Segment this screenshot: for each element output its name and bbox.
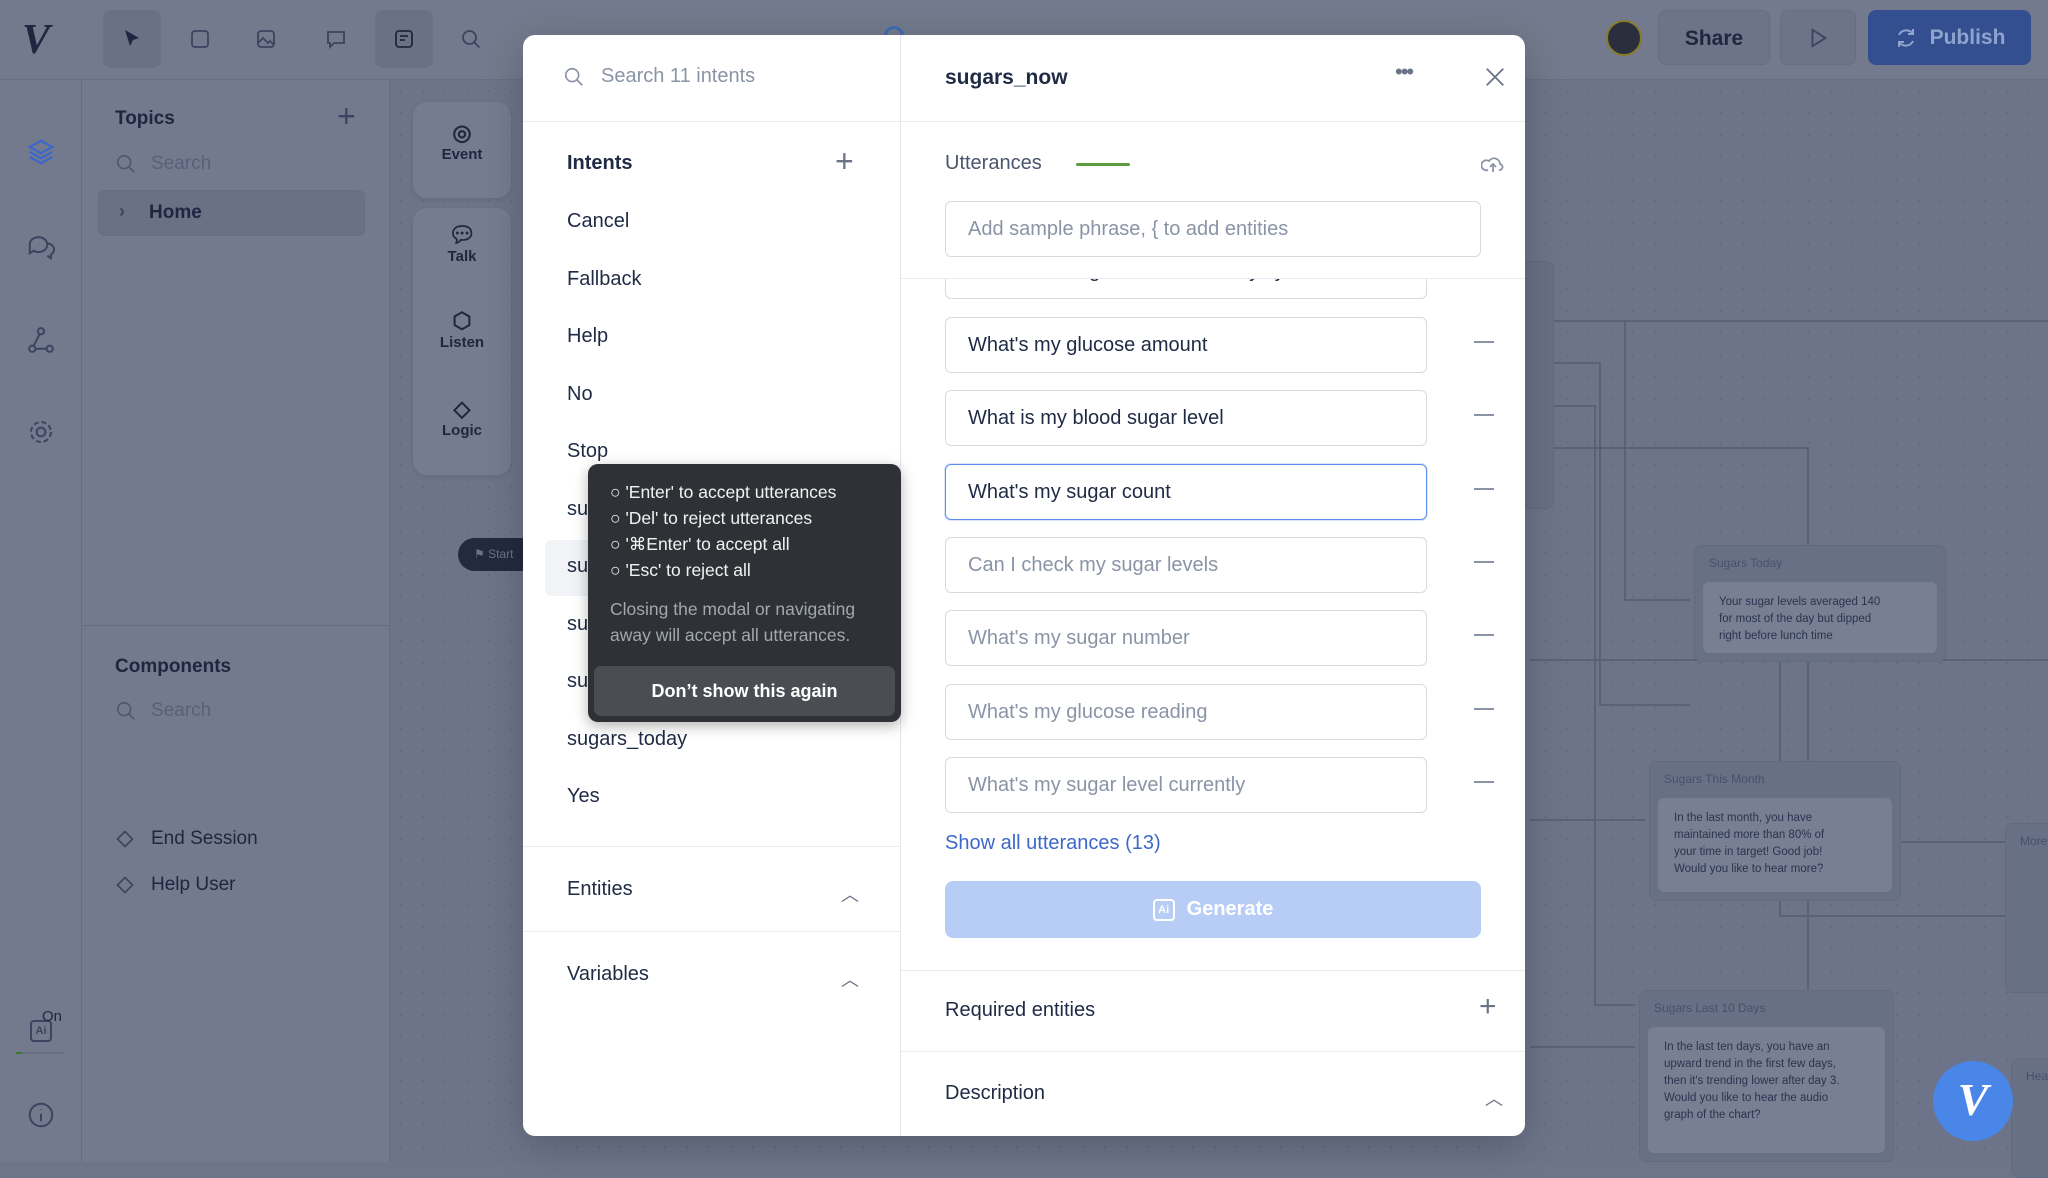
utterance-item[interactable]: What is my blood sugar level <box>945 390 1427 447</box>
intent-item[interactable]: su <box>567 613 588 636</box>
divider <box>901 1051 1525 1052</box>
canvas-node-sugars-last-10-days[interactable]: Sugars Last 10 Days In the last ten days… <box>1639 990 1894 1162</box>
divider <box>901 970 1525 971</box>
node-title: Sugars Today <box>1709 556 1783 570</box>
add-utterance-input[interactable]: Add sample phrase, { to add entities <box>945 201 1481 257</box>
step-label: Logic <box>442 422 482 439</box>
logic-icon: ◇ <box>453 396 471 421</box>
chevron-up-icon[interactable]: ︿ <box>841 881 859 907</box>
add-intent-icon[interactable]: + <box>835 143 854 180</box>
node-title: Hea <box>2026 1069 2048 1083</box>
intent-name[interactable]: sugars_now <box>945 66 1068 90</box>
utterance-item[interactable]: What's my glucose amount <box>945 317 1427 373</box>
required-entities-title: Required entities <box>945 999 1096 1021</box>
listen-icon: ⬡ <box>452 308 472 333</box>
generate-label: Generate <box>1186 898 1274 920</box>
remove-utterance-icon[interactable] <box>1474 487 1494 490</box>
intent-item[interactable]: No <box>567 383 593 406</box>
start-label: Start <box>488 547 514 561</box>
step-group: 💬︎ Talk ⬡ Listen ◇ Logic <box>413 208 511 475</box>
step-listen[interactable]: ⬡ Listen <box>413 308 511 351</box>
talk-icon: 💬︎ <box>448 222 476 247</box>
intent-item[interactable]: sugars_today <box>567 728 687 751</box>
canvas-node-sugars-this-month[interactable]: Sugars This Month In the last month, you… <box>1649 761 1901 901</box>
canvas-node-sugars-today[interactable]: Sugars Today Your sugar levels averaged … <box>1694 545 1946 662</box>
tooltip-line: ○ 'Esc' to reject all <box>610 560 751 580</box>
node-title: Sugars Last 10 Days <box>1654 1001 1766 1015</box>
intent-item[interactable]: Fallback <box>567 268 641 291</box>
node-text: Your sugar levels averaged 140 for most … <box>1703 582 1937 653</box>
tooltip-line: ○ 'Del' to reject utterances <box>610 508 813 528</box>
remove-utterance-icon[interactable] <box>1474 780 1494 783</box>
tooltip-line: ○ '⌘Enter' to accept all <box>610 534 790 554</box>
chevron-up-icon[interactable]: ︿ <box>1485 1085 1503 1111</box>
generate-button[interactable]: Ai Generate <box>945 881 1481 938</box>
tooltip-line: ○ 'Enter' to accept utterances <box>610 482 837 502</box>
utterance-item[interactable]: How much sugar do I have in my system <box>945 279 1427 299</box>
canvas-node-partial[interactable] <box>1521 261 1554 509</box>
utterance-item[interactable]: What's my glucose reading <box>945 683 1427 740</box>
node-title: More <box>2020 834 2048 848</box>
utterances-title: Utterances <box>945 152 1042 174</box>
intent-item[interactable]: Cancel <box>567 210 629 233</box>
node-text: In the last ten days, you have an upward… <box>1648 1027 1885 1153</box>
remove-utterance-icon[interactable] <box>1474 414 1494 417</box>
shortcuts-tooltip: ○ 'Enter' to accept utterances ○ 'Del' t… <box>588 464 901 722</box>
ai-icon: Ai <box>1152 898 1175 921</box>
upload-cloud-icon[interactable] <box>1481 152 1505 176</box>
close-icon[interactable] <box>1484 66 1506 88</box>
dont-show-again-button[interactable]: Don’t show this again <box>594 666 895 716</box>
step-talk[interactable]: 💬︎ Talk <box>413 222 511 265</box>
event-icon: ◎ <box>452 120 472 145</box>
intent-item[interactable]: Help <box>567 325 608 348</box>
description-section-toggle[interactable]: Description <box>945 1082 1045 1105</box>
intents-title: Intents <box>567 152 633 174</box>
node-text: In the last month, you have maintained m… <box>1658 798 1892 892</box>
node-title: Sugars This Month <box>1664 772 1765 786</box>
utterance-item[interactable]: Can I check my sugar levels <box>945 536 1427 593</box>
divider <box>901 121 1525 122</box>
step-logic[interactable]: ◇ Logic <box>413 396 511 439</box>
step-label: Talk <box>447 248 477 265</box>
intent-item[interactable]: Yes <box>567 785 600 808</box>
intent-item[interactable]: su <box>567 670 588 693</box>
utterance-quality-bar <box>1076 163 1130 166</box>
variables-section-toggle[interactable]: Variables <box>567 963 649 986</box>
utterance-item[interactable]: What's my sugar count <box>945 463 1427 520</box>
divider <box>523 931 900 932</box>
step-label: Listen <box>439 334 485 351</box>
remove-utterance-icon[interactable] <box>1474 634 1494 637</box>
more-options-icon[interactable]: ••• <box>1395 59 1414 85</box>
assistant-fab[interactable]: V <box>1933 1061 2013 1141</box>
intent-item[interactable]: su <box>567 498 588 521</box>
intent-search[interactable]: Search 11 intents <box>563 65 755 88</box>
step-group-event: ◎ Event <box>413 102 511 198</box>
step-event[interactable]: ◎ Event <box>413 120 511 163</box>
divider <box>523 846 900 847</box>
intent-item[interactable]: su <box>567 555 588 578</box>
tooltip-note: Closing the modal or navigating away wil… <box>610 599 856 645</box>
search-icon <box>564 67 583 86</box>
show-all-utterances-link[interactable]: Show all utterances (13) <box>945 832 1161 855</box>
utterance-item[interactable]: What's my sugar level currently <box>945 756 1427 813</box>
intent-item[interactable]: Stop <box>567 440 608 463</box>
intent-search-placeholder: Search 11 intents <box>601 65 756 87</box>
entities-section-toggle[interactable]: Entities <box>567 878 633 901</box>
canvas-node-partial-right[interactable]: Hea <box>2011 1058 2048 1178</box>
step-label: Event <box>441 146 483 163</box>
canvas-node-more[interactable]: More <box>2005 823 2048 993</box>
add-required-entity-icon[interactable]: + <box>1479 990 1497 1024</box>
remove-utterance-icon[interactable] <box>1474 707 1494 710</box>
divider <box>523 121 900 122</box>
chevron-up-icon[interactable]: ︿ <box>841 966 859 992</box>
remove-utterance-icon[interactable] <box>1474 341 1494 343</box>
utterance-item[interactable]: What's my sugar number <box>945 610 1427 667</box>
remove-utterance-icon[interactable] <box>1474 560 1494 563</box>
intent-editor: sugars_now ••• Utterances Add sample phr… <box>901 35 1525 1136</box>
utterance-list: How much sugar do I have in my system Wh… <box>901 279 1525 839</box>
